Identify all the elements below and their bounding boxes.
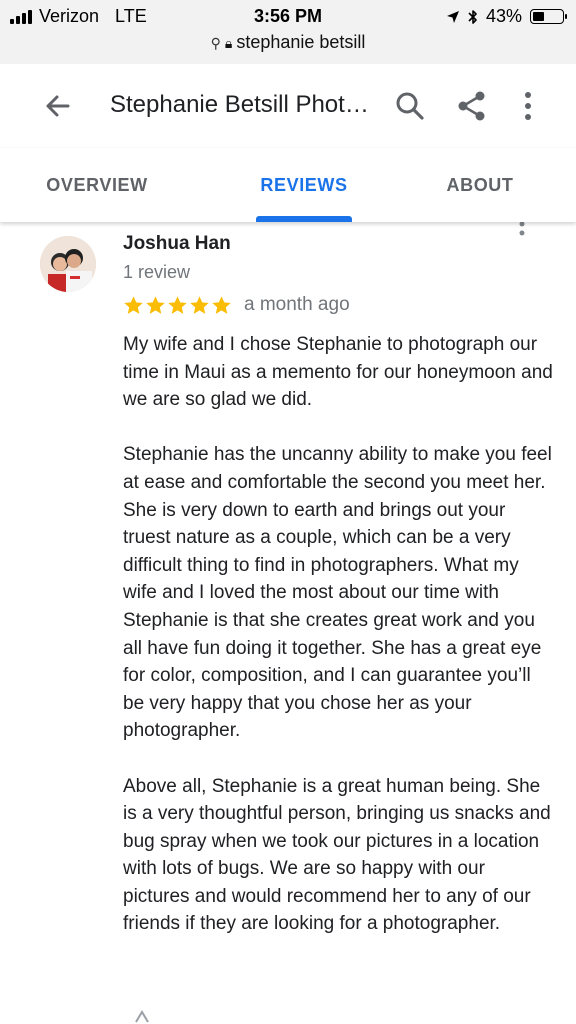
- avatar[interactable]: [40, 236, 96, 292]
- active-tab-indicator: [256, 216, 352, 222]
- review-date: a month ago: [244, 294, 350, 315]
- battery-icon: [530, 9, 567, 24]
- tab-reviews[interactable]: REVIEWS: [240, 148, 368, 222]
- tab-about[interactable]: ABOUT: [428, 148, 532, 222]
- app-bar: Stephanie Betsill Phot…: [0, 64, 576, 149]
- location-arrow-icon: [446, 10, 459, 23]
- lock-icon: 🔒︎: [224, 35, 233, 51]
- tab-overview[interactable]: OVERVIEW: [30, 148, 164, 222]
- battery-fill: [533, 12, 544, 21]
- url-text: stephanie betsill: [236, 32, 366, 52]
- status-bar: Verizon LTE 3:56 PM 43% ⚲ 🔒︎ stephanie bet…: [0, 0, 576, 64]
- review-more-icon[interactable]: [510, 220, 534, 244]
- search-icon: ⚲: [210, 35, 221, 51]
- star-icon: [124, 295, 143, 314]
- share-icon[interactable]: [452, 86, 492, 126]
- star-icon: [190, 295, 209, 314]
- back-arrow-icon[interactable]: [38, 86, 78, 126]
- star-icon: [212, 295, 231, 314]
- star-icon: [146, 295, 165, 314]
- partial-icon: [135, 1010, 149, 1023]
- url-bar[interactable]: ⚲ 🔒︎ stephanie betsill: [0, 32, 576, 53]
- search-icon[interactable]: [390, 86, 430, 126]
- star-icon: [168, 295, 187, 314]
- avatar-photo: [40, 236, 96, 292]
- review-text: My wife and I chose Stephanie to photogr…: [123, 331, 553, 938]
- bluetooth-icon: [468, 9, 477, 24]
- review-author[interactable]: Joshua Han: [123, 233, 231, 255]
- review-count: 1 review: [123, 262, 191, 282]
- battery-percent: 43%: [485, 6, 522, 26]
- more-options-icon[interactable]: [508, 86, 548, 126]
- status-right: 43%: [446, 6, 567, 27]
- review-paragraph: Above all, Stephanie is a great human be…: [123, 775, 551, 935]
- tab-bar: OVERVIEW REVIEWS ABOUT: [0, 148, 576, 222]
- page-title: Stephanie Betsill Phot…: [110, 91, 369, 118]
- review-paragraph: My wife and I chose Stephanie to photogr…: [123, 334, 553, 411]
- star-rating: [123, 295, 232, 316]
- review-paragraph: Stephanie has the uncanny ability to mak…: [123, 444, 552, 742]
- review-rating: a month ago: [123, 294, 350, 316]
